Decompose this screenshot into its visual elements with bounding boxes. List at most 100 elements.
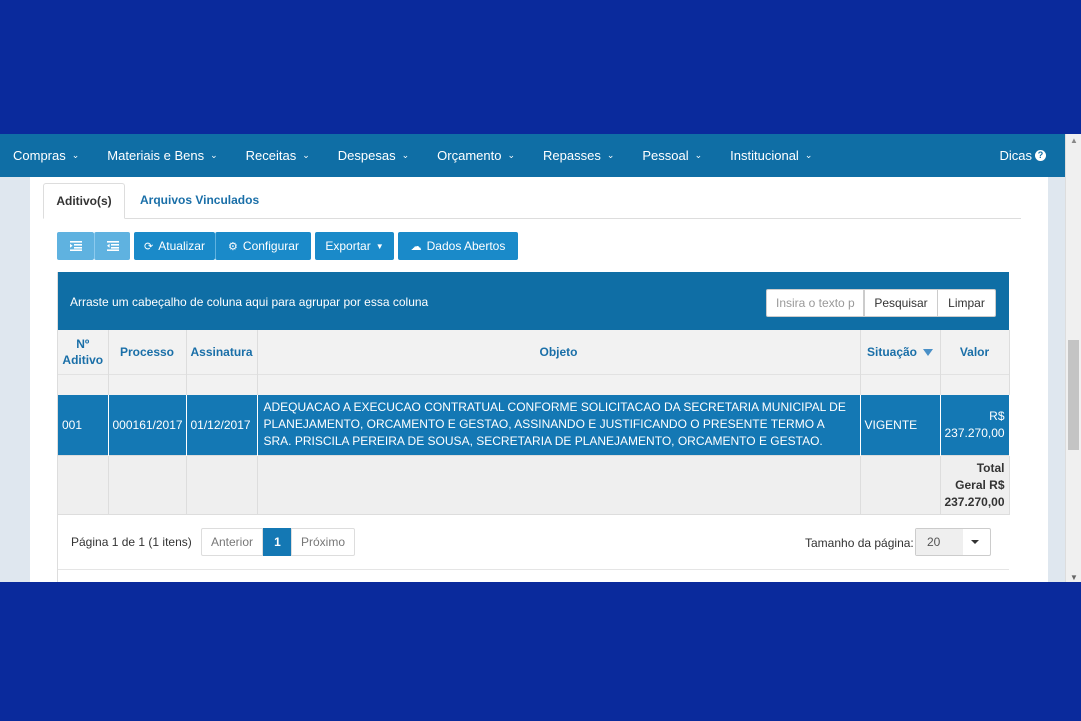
total-cell [186,454,258,515]
total-row: Total Geral R$ 237.270,00 [58,454,1010,515]
chevron-down-icon: ⌄ [804,150,813,160]
filter-cell[interactable] [108,373,187,395]
filter-cell[interactable] [58,373,109,395]
chevron-down-icon: ⌄ [71,150,80,160]
filter-cell[interactable] [860,373,941,395]
tab-aditivos[interactable]: Aditivo(s) [43,183,125,219]
total-cell [108,454,187,515]
gear-icon: ⚙ [228,240,238,253]
clear-button[interactable]: Limpar [937,289,996,317]
col-header-numero[interactable]: Nº Aditivo [58,330,109,374]
header-label: Aditivo [62,352,104,367]
browser-viewport: Compras ⌄ Materiais e Bens ⌄ Receitas ⌄ Des… [0,134,1081,582]
top-navbar: Compras ⌄ Materiais e Bens ⌄ Receitas ⌄ Des… [0,134,1065,177]
page-1-button[interactable]: 1 [263,528,292,556]
scroll-up-icon[interactable]: ▲ [1070,136,1078,145]
header-label: Situação [866,344,917,359]
total-amount: 237.270,00 [944,494,1005,509]
refresh-button[interactable]: ⟳ Atualizar [134,232,215,260]
prev-page-button[interactable]: Anterior [201,528,263,556]
total-cell [58,454,109,515]
question-circle-icon: ? [1035,150,1046,161]
cloud-download-icon: ☁ [410,240,422,253]
filter-cell[interactable] [940,373,1010,395]
expand-all-button[interactable] [57,232,94,260]
col-header-processo[interactable]: Processo [108,330,187,374]
chevron-down-icon: ⌄ [302,150,310,160]
chevron-down-icon: ⌄ [507,150,516,160]
nav-receitas[interactable]: Receitas ⌄ [246,148,310,163]
indent-icon [69,241,82,251]
caret-down-icon: ▼ [375,241,384,251]
chevron-down-icon: ⌄ [694,150,703,160]
open-data-label: Dados Abertos [426,239,506,253]
pager-info: Página 1 de 1 (1 itens) [71,535,192,549]
valor-currency: R$ [989,408,1005,423]
export-label: Exportar [325,239,371,253]
cell-processo: 000161/2017 [108,395,187,455]
nav-orcamento[interactable]: Orçamento ⌄ [437,148,515,163]
search-input[interactable]: Insira o texto p [766,289,864,317]
page-size-label: Tamanho da página: [805,536,914,550]
tab-arquivos-vinculados[interactable]: Arquivos Vinculados [140,183,259,219]
col-header-assinatura[interactable]: Assinatura [186,330,258,374]
total-cell [257,454,861,515]
cell-numero: 001 [58,395,109,455]
tab-strip: Aditivo(s) Arquivos Vinculados [43,183,1021,219]
open-data-button[interactable]: ☁ Dados Abertos [398,232,518,260]
configure-button[interactable]: ⚙ Configurar [215,232,311,260]
configure-label: Configurar [242,239,299,253]
divider [58,569,1009,570]
nav-institucional[interactable]: Institucional ⌄ [730,148,812,163]
cell-valor: R$ 237.270,00 [940,395,1010,455]
next-page-button[interactable]: Próximo [291,528,355,556]
pager: Página 1 de 1 (1 itens) Anterior 1 Próxi… [58,514,1009,569]
filter-cell[interactable] [186,373,258,395]
cell-situacao: VIGENTE [860,395,941,455]
scroll-down-icon[interactable]: ▼ [1070,573,1078,582]
col-header-valor[interactable]: Valor [940,330,1010,374]
nav-label: Receitas [245,148,297,163]
vertical-scrollbar[interactable]: ▲ ▼ [1065,134,1081,582]
total-cell [860,454,941,515]
content-panel: Aditivo(s) Arquivos Vinculados ⟳ Atualiza… [30,177,1048,582]
nav-compras[interactable]: Compras ⌄ [13,148,79,163]
chevron-down-icon: ⌄ [606,150,615,160]
filter-cell[interactable] [257,373,861,395]
scrollbar-thumb[interactable] [1068,340,1079,450]
table-header-row: Nº Aditivo Processo Assinatura Objeto Sit… [58,330,1010,374]
col-header-objeto[interactable]: Objeto [257,330,861,374]
nav-label: Materiais e Bens [107,148,205,163]
nav-label: Orçamento [437,148,502,163]
aditivos-table: Nº Aditivo Processo Assinatura Objeto Sit… [58,330,1010,515]
total-label: Total [976,460,1005,475]
nav-label: Institucional [730,148,799,163]
page-size-value: 20 [916,529,963,555]
nav-label: Compras [13,148,66,163]
table-row[interactable]: 001 000161/2017 01/12/2017 ADEQUACAO A E… [58,395,1010,455]
filter-icon[interactable] [923,349,933,357]
export-button[interactable]: Exportar ▼ [315,232,394,260]
group-panel[interactable]: Arraste um cabeçalho de coluna aqui para… [58,272,1009,330]
page-size-select[interactable]: 20 [915,528,991,556]
outdent-icon [106,241,119,251]
nav-label: Despesas [337,148,396,163]
data-grid: Arraste um cabeçalho de coluna aqui para… [57,272,1010,582]
refresh-icon: ⟳ [144,240,154,253]
nav-materiais-bens[interactable]: Materiais e Bens ⌄ [107,148,217,163]
search-button[interactable]: Pesquisar [864,289,938,317]
chevron-down-icon: ⌄ [401,150,410,160]
nav-dicas[interactable]: Dicas? [999,134,1046,177]
col-header-situacao[interactable]: Situação [860,330,941,374]
header-label: Nº [76,336,90,351]
collapse-all-button[interactable] [94,232,130,260]
nav-label: Pessoal [642,148,689,163]
nav-despesas[interactable]: Despesas ⌄ [338,148,409,163]
nav-repasses[interactable]: Repasses ⌄ [543,148,614,163]
cell-objeto: ADEQUACAO A EXECUCAO CONTRATUAL CONFORME… [257,395,861,455]
refresh-label: Atualizar [158,239,205,253]
nav-label: Repasses [543,148,601,163]
nav-pessoal[interactable]: Pessoal ⌄ [642,148,702,163]
total-label: Geral R$ [955,477,1005,492]
cell-assinatura: 01/12/2017 [186,395,258,455]
